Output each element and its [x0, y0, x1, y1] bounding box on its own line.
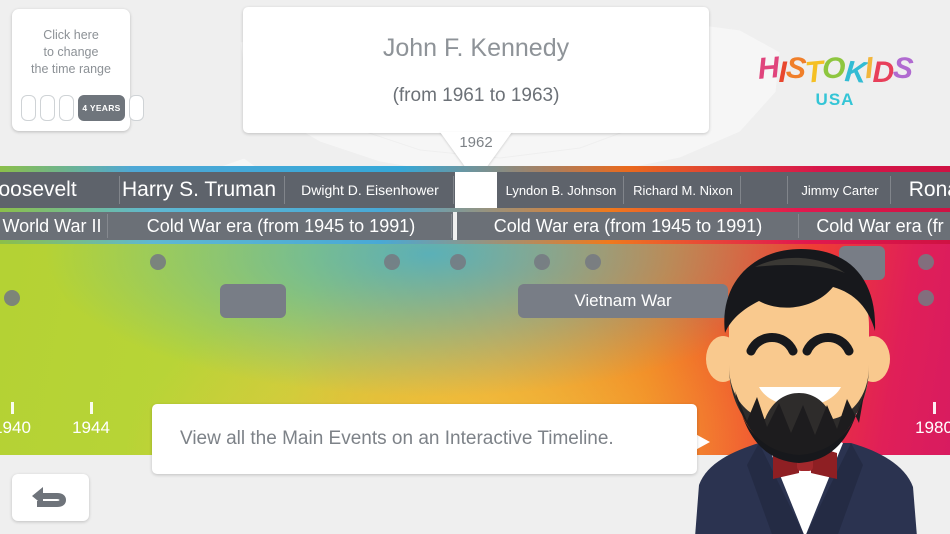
year-tick-0: 1940: [0, 402, 38, 438]
event-dot-3[interactable]: [450, 254, 466, 270]
selected-president-span: (from 1961 to 1963): [392, 84, 560, 106]
president-segment-selected[interactable]: [455, 172, 497, 208]
year-tick-mark: [89, 402, 93, 414]
speech-card-text: View all the Main Events on an Interacti…: [180, 428, 614, 449]
president-segment-0[interactable]: Roosevelt: [0, 172, 120, 208]
timeline-app: Click here to change the time range 4 YE…: [0, 0, 950, 534]
era-segment-0[interactable]: World War II: [0, 212, 108, 240]
year-tick-1: 1944: [65, 402, 117, 438]
time-range-option-2[interactable]: [40, 95, 55, 121]
time-range-hint: Click here to change the time range: [12, 27, 130, 78]
time-range-option-3[interactable]: [59, 95, 74, 121]
president-segment-4[interactable]: Lyndon B. Johnson: [498, 172, 624, 208]
back-arrow-icon: [31, 486, 66, 507]
time-range-option-5[interactable]: [129, 95, 144, 121]
time-range-option-1[interactable]: [21, 95, 36, 121]
year-tick-mark: [10, 402, 14, 414]
abraham-lincoln-mascot: [655, 247, 950, 534]
pointer-year-label: 1962: [459, 134, 493, 151]
hint-line-2: to change: [43, 45, 99, 59]
event-dot-5[interactable]: [585, 254, 601, 270]
event-chip-0[interactable]: [220, 284, 286, 318]
president-segment-8[interactable]: Ronald: [892, 172, 950, 208]
logo-letter-7: D: [872, 56, 895, 89]
logo-letter-5: K: [842, 55, 867, 90]
presidents-bar[interactable]: RooseveltHarry S. TrumanDwight D. Eisenh…: [0, 172, 950, 208]
year-tick-label: 1940: [0, 418, 31, 437]
logo-letter-3: T: [803, 55, 824, 90]
logo-letter-8: S: [892, 51, 914, 86]
era-segment-4[interactable]: Cold War era (fr: [800, 212, 950, 240]
time-range-selected-label: 4 YEARS: [82, 103, 121, 113]
president-segment-6[interactable]: [742, 172, 788, 208]
time-range-option-selected[interactable]: 4 YEARS: [78, 95, 125, 121]
logo-letter-0: H: [756, 51, 780, 86]
histokids-logo: HISTOKIDS USA: [740, 36, 930, 128]
event-dot-1[interactable]: [150, 254, 166, 270]
president-segment-1[interactable]: Harry S. Truman: [113, 172, 285, 208]
era-segment-1[interactable]: Cold War era (from 1945 to 1991): [110, 212, 452, 240]
year-tick-label: 1944: [72, 418, 110, 437]
president-segment-5[interactable]: Richard M. Nixon: [625, 172, 741, 208]
event-dot-0[interactable]: [4, 290, 20, 306]
speech-card: View all the Main Events on an Interacti…: [152, 404, 697, 474]
selected-president-name: John F. Kennedy: [382, 33, 570, 62]
event-dot-2[interactable]: [384, 254, 400, 270]
time-range-card[interactable]: Click here to change the time range 4 YE…: [12, 9, 144, 131]
logo-letter-4: O: [822, 52, 845, 85]
event-dot-4[interactable]: [534, 254, 550, 270]
back-button[interactable]: [12, 474, 89, 521]
hint-line-3: the time range: [31, 62, 111, 76]
era-segment-3[interactable]: Cold War era (from 1945 to 1991): [457, 212, 799, 240]
time-range-options[interactable]: 4 YEARS: [21, 95, 144, 121]
president-segment-2[interactable]: Dwight D. Eisenhower: [286, 172, 454, 208]
president-segment-7[interactable]: Jimmy Carter: [789, 172, 891, 208]
logo-subtitle: USA: [815, 90, 855, 109]
eras-bar[interactable]: World War II Cold War era (from 1945 to 1…: [0, 212, 950, 240]
logo-wordmark: HISTOKIDS: [756, 51, 914, 90]
hint-line-1: Click here: [43, 28, 99, 42]
selection-tooltip: John F. Kennedy (from 1961 to 1963): [243, 7, 709, 133]
